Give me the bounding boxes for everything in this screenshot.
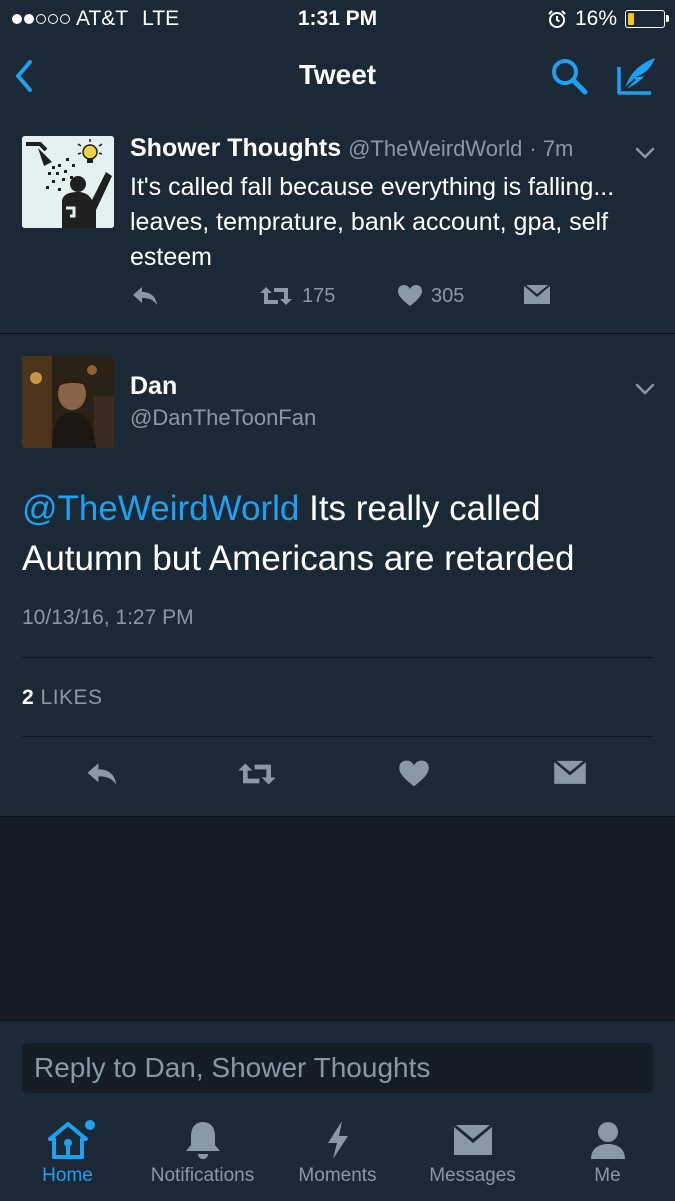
person-icon bbox=[590, 1122, 625, 1159]
tab-label: Messages bbox=[429, 1165, 516, 1186]
tab-me[interactable]: Me bbox=[540, 1119, 675, 1187]
author-name[interactable]: Shower Thoughts bbox=[130, 134, 341, 162]
like-count: 305 bbox=[431, 284, 465, 307]
avatar[interactable] bbox=[22, 356, 114, 448]
tab-notifications[interactable]: Notifications bbox=[135, 1119, 270, 1187]
tab-home[interactable]: Home bbox=[0, 1119, 135, 1187]
tweet-header: Shower Thoughts @TheWeirdWorld · 7m bbox=[130, 134, 573, 163]
tweet-text: It's called fall because everything is f… bbox=[130, 173, 615, 271]
retweet-count: 175 bbox=[302, 284, 336, 307]
tab-label: Notifications bbox=[150, 1165, 255, 1186]
reply-icon bbox=[133, 287, 157, 305]
avatar[interactable] bbox=[22, 136, 114, 228]
search-icon[interactable] bbox=[548, 55, 590, 97]
author-handle[interactable]: @DanTheToonFan bbox=[130, 405, 316, 431]
reply-icon[interactable] bbox=[84, 759, 120, 789]
likes-summary[interactable]: 2 LIKES bbox=[22, 686, 103, 710]
heart-icon[interactable] bbox=[398, 759, 430, 789]
tweet-actions bbox=[0, 759, 675, 795]
retweet-icon[interactable] bbox=[236, 759, 278, 789]
divider bbox=[22, 736, 653, 737]
profile-photo bbox=[22, 356, 114, 448]
tweet-timestamp: 10/13/16, 1:27 PM bbox=[22, 606, 194, 629]
reply-input[interactable] bbox=[22, 1043, 653, 1093]
heart-icon bbox=[398, 285, 422, 306]
divider bbox=[22, 657, 653, 658]
direct-message-button[interactable] bbox=[523, 284, 551, 306]
parent-tweet[interactable]: Shower Thoughts @TheWeirdWorld · 7m It's… bbox=[0, 114, 675, 334]
alarm-icon bbox=[548, 10, 566, 28]
compose-tweet-icon[interactable] bbox=[613, 53, 659, 99]
tab-moments[interactable]: Moments bbox=[270, 1119, 405, 1187]
focused-tweet: Dan @DanTheToonFan @TheWeirdWorld Its re… bbox=[0, 334, 675, 817]
battery-fill bbox=[628, 13, 635, 25]
envelope-icon bbox=[524, 285, 550, 304]
battery-icon bbox=[625, 10, 669, 28]
nav-bar: Tweet bbox=[0, 40, 675, 115]
tab-label: Me bbox=[594, 1165, 621, 1186]
lightning-icon bbox=[327, 1121, 348, 1159]
tweet-text: @TheWeirdWorld Its really called Autumn … bbox=[22, 484, 652, 584]
author-handle[interactable]: @TheWeirdWorld bbox=[348, 136, 522, 161]
author-name[interactable]: Dan bbox=[130, 372, 177, 401]
bell-icon bbox=[185, 1122, 220, 1159]
tweet-time: · 7m bbox=[529, 136, 574, 161]
reply-button[interactable] bbox=[130, 284, 160, 308]
likes-count: 2 bbox=[22, 686, 35, 709]
like-button[interactable]: 305 bbox=[397, 284, 464, 308]
status-bar: AT&T LTE 1:31 PM 16% bbox=[0, 0, 675, 40]
envelope-icon[interactable] bbox=[553, 759, 587, 787]
status-right: 16% bbox=[547, 7, 669, 31]
shower-thoughts-logo bbox=[22, 136, 114, 228]
battery-percent: 16% bbox=[574, 7, 617, 30]
tab-messages[interactable]: Messages bbox=[405, 1119, 540, 1187]
bottom-bar: Home Notifications Moments Messages Me bbox=[0, 1020, 675, 1201]
home-icon bbox=[47, 1120, 95, 1159]
retweet-icon bbox=[260, 287, 292, 305]
chevron-down-icon[interactable] bbox=[634, 382, 656, 396]
tweet-actions: 175 305 bbox=[130, 284, 650, 314]
tab-label: Home bbox=[42, 1165, 93, 1186]
retweet-button[interactable]: 175 bbox=[258, 284, 335, 308]
envelope-icon bbox=[453, 1125, 492, 1155]
chevron-down-icon[interactable] bbox=[634, 146, 656, 160]
likes-label: LIKES bbox=[40, 686, 103, 709]
tab-label: Moments bbox=[298, 1165, 377, 1186]
mention-link[interactable]: @TheWeirdWorld bbox=[22, 489, 299, 528]
